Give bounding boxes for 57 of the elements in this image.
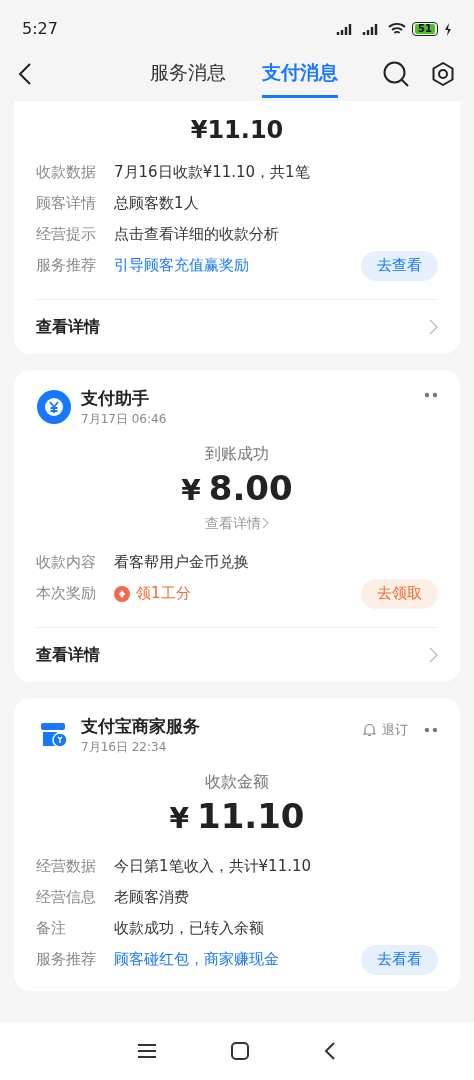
footer-link[interactable]: 查看详情 — [36, 643, 100, 667]
row-value: 领1工分 — [136, 583, 192, 605]
bell-icon — [363, 722, 376, 737]
summary-label: 到账成功 — [205, 443, 269, 465]
sender-name: 支付宝商家服务 — [81, 715, 201, 738]
row-label: 经营数据 — [36, 856, 97, 878]
action-button[interactable]: 去看看 — [361, 944, 438, 975]
menu-icon[interactable] — [137, 1044, 156, 1058]
more-icon[interactable] — [424, 726, 438, 733]
row-value: 老顾客消费 — [114, 887, 190, 909]
row-label: 服务推荐 — [36, 949, 97, 971]
message-time: 7月17日 06:46 — [81, 411, 168, 428]
view-details-link[interactable]: 查看详情 — [205, 513, 269, 533]
action-button[interactable]: 去查看 — [361, 250, 438, 281]
search-icon[interactable] — [382, 60, 410, 88]
recommendation-link[interactable]: 引导顾客充值赢奖励 — [114, 254, 361, 277]
home-icon[interactable] — [231, 1042, 249, 1060]
recommendation-link[interactable]: 顾客碰红包，商家赚现金 — [114, 948, 361, 971]
charging-icon — [444, 22, 452, 36]
row-label: 服务推荐 — [36, 255, 97, 277]
status-time: 5:27 — [22, 18, 58, 40]
action-button[interactable]: 去领取 — [361, 578, 438, 609]
yuan-coin-icon — [36, 389, 72, 425]
wifi-icon — [388, 22, 407, 36]
row-label: 备注 — [36, 918, 67, 940]
amount: ¥11.10 — [190, 115, 284, 146]
chevron-right-icon — [429, 647, 438, 663]
chevron-right-icon — [261, 517, 269, 529]
chevron-right-icon — [429, 319, 438, 335]
row-value: 点击查看详细的收款分析 — [114, 224, 280, 246]
footer-link[interactable]: 查看详情 — [36, 315, 100, 339]
tab[interactable]: 服务消息 — [150, 50, 226, 98]
sender-name: 支付助手 — [81, 387, 150, 410]
row-label: 本次奖励 — [36, 583, 97, 605]
reward-icon — [114, 585, 130, 602]
more-icon[interactable] — [424, 392, 438, 398]
row-label: 经营信息 — [36, 887, 97, 909]
amount: ¥ 8.00 — [181, 467, 293, 510]
row-label: 经营提示 — [36, 224, 97, 246]
unsubscribe-button[interactable]: 退订 — [363, 720, 408, 740]
row-value: 看客帮用户金币兑换 — [114, 552, 250, 574]
back-icon[interactable] — [18, 62, 32, 86]
storefront-icon — [39, 720, 69, 750]
row-value: 7月16日收款¥11.10，共1笔 — [114, 162, 311, 184]
message-time: 7月16日 22:34 — [81, 739, 168, 756]
summary-label: 收款金额 — [205, 771, 269, 793]
tab[interactable]: 支付消息 — [262, 50, 338, 98]
battery-indicator: 51 — [412, 22, 438, 36]
amount: ¥ 11.10 — [169, 795, 305, 838]
row-value: 收款成功，已转入余额 — [114, 918, 265, 940]
settings-icon[interactable] — [430, 61, 456, 87]
row-label: 收款内容 — [36, 552, 97, 574]
row-label: 收款数据 — [36, 162, 97, 184]
row-value: 今日第1笔收入，共计¥11.10 — [114, 856, 313, 878]
back-icon[interactable] — [324, 1042, 337, 1060]
row-label: 顾客详情 — [36, 193, 97, 215]
row-value: 总顾客数1人 — [114, 193, 200, 215]
